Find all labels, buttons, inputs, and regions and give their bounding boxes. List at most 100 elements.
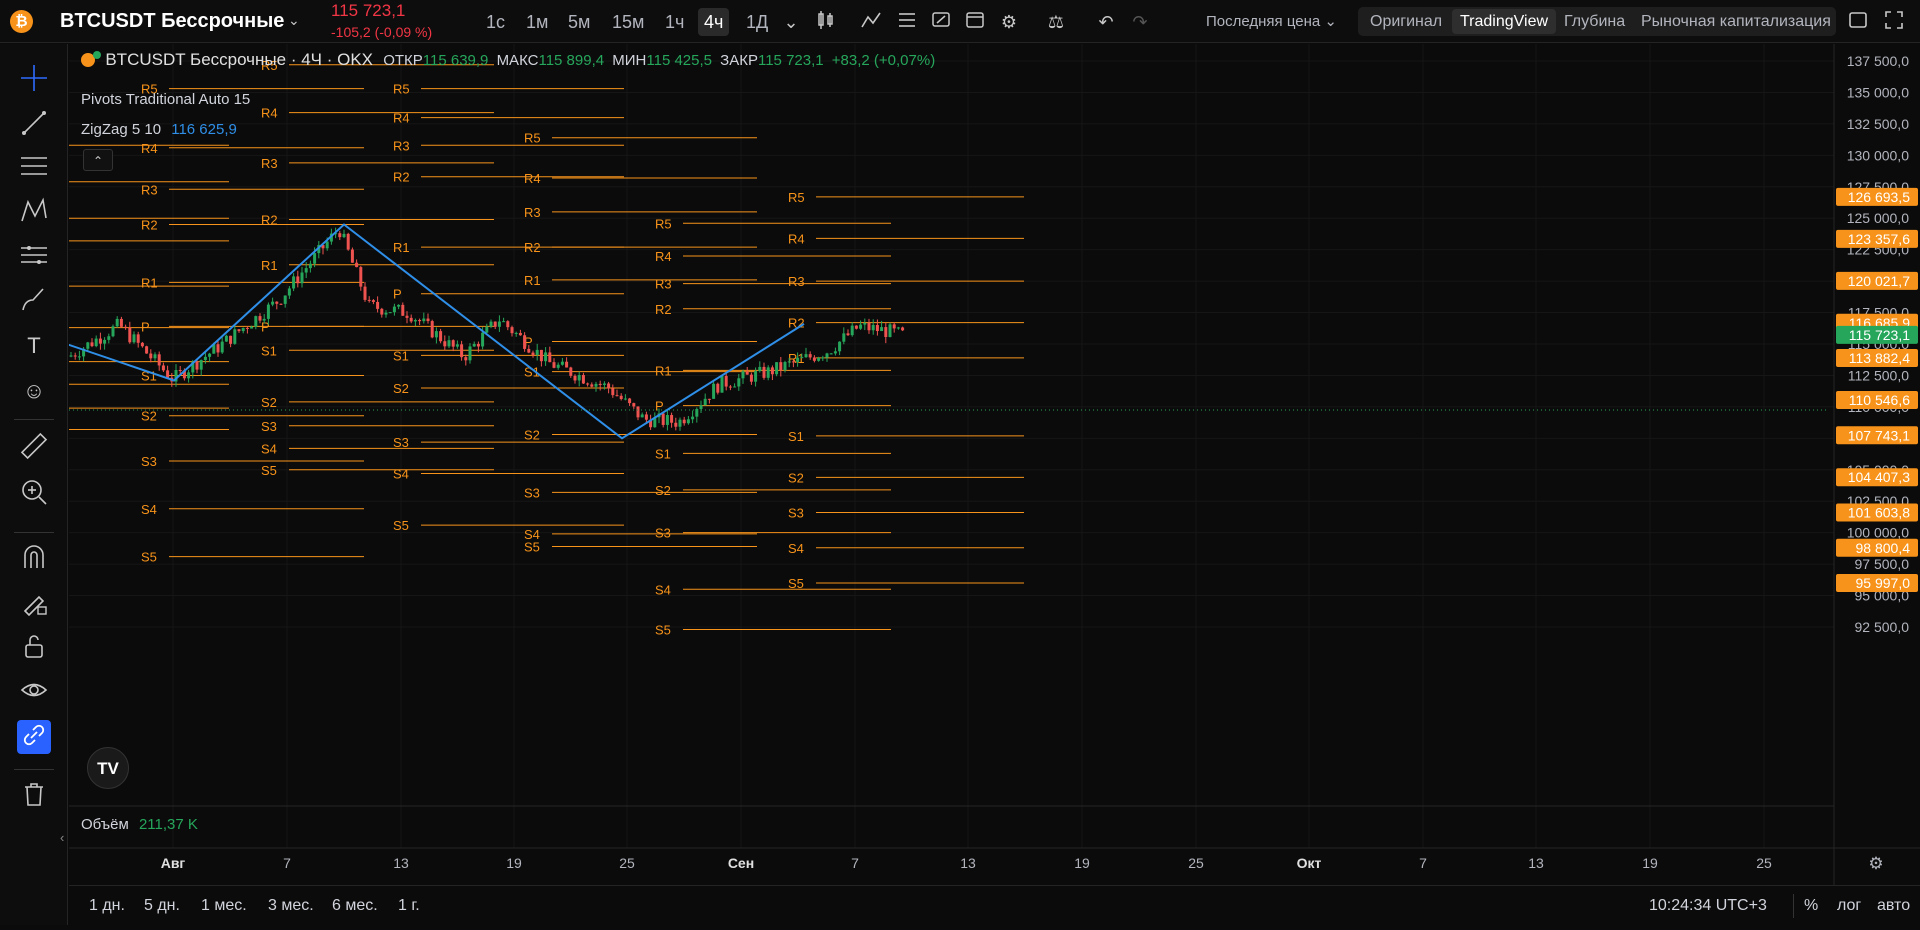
candle-body	[178, 370, 182, 372]
view-original[interactable]: Оригинал	[1370, 13, 1442, 31]
candle-body	[153, 354, 157, 359]
range-1y[interactable]: 1 г.	[398, 897, 420, 915]
crosshair-icon[interactable]	[17, 63, 51, 97]
chevron-down-icon[interactable]: ⌄	[778, 9, 804, 35]
pivot-label: S1	[261, 343, 277, 358]
candle-body	[103, 339, 107, 344]
tradingview-logo-icon[interactable]: TV	[87, 747, 129, 789]
time-tick: 25	[1188, 855, 1204, 871]
eye-icon[interactable]	[17, 675, 51, 709]
candle-body	[346, 233, 350, 250]
candles	[69, 227, 905, 431]
text-icon[interactable]: T	[17, 329, 51, 363]
candle-body	[161, 365, 165, 371]
link-icon[interactable]	[17, 720, 51, 754]
pattern-icon[interactable]	[17, 196, 51, 230]
interval-1s[interactable]: 1с	[486, 12, 505, 33]
window-icon[interactable]	[1845, 9, 1871, 35]
candle-body	[758, 366, 762, 372]
divider	[14, 419, 54, 420]
candle-body	[371, 300, 375, 302]
candle-body	[115, 318, 119, 327]
candle-body	[825, 353, 829, 358]
high-value: 115 899,4	[538, 52, 605, 69]
last-price: 115 723,1	[331, 1, 406, 20]
candle-body	[712, 383, 716, 399]
lock-drawing-icon[interactable]	[17, 587, 51, 621]
candle-body	[506, 321, 510, 328]
pivots-study-label[interactable]: Pivots Traditional Auto 15	[81, 91, 250, 108]
candle-body	[686, 419, 690, 424]
zoom-in-icon[interactable]	[17, 477, 51, 511]
view-depth[interactable]: Глубина	[1564, 13, 1625, 31]
price-chart[interactable]: R4 R3 R2 R1 P S1 S2 S3 S4 S5 R5 R4 R3 R2 R1 P S1 S2 S3 S4 S5…	[11, 44, 1920, 925]
trash-icon[interactable]	[17, 779, 51, 813]
pivot-label: S3	[524, 485, 540, 500]
candle-body	[535, 349, 539, 355]
interval-15m[interactable]: 15м	[612, 12, 644, 33]
candle-body	[770, 367, 774, 375]
high-label: МАКС	[496, 52, 539, 69]
pivot-label: S3	[393, 435, 409, 450]
fullscreen-icon[interactable]	[1881, 9, 1907, 35]
candle-body	[245, 327, 249, 329]
interval-1d[interactable]: 1Д	[746, 12, 768, 33]
interval-1m[interactable]: 1м	[526, 12, 548, 33]
interval-4h[interactable]: 4ч	[698, 8, 730, 36]
time-tick: 25	[619, 855, 635, 871]
view-tradingview[interactable]: TradingView	[1452, 9, 1557, 34]
percent-toggle[interactable]: %	[1804, 897, 1818, 915]
candle-body	[884, 327, 888, 337]
alert-icon[interactable]	[928, 9, 954, 35]
replay-icon[interactable]	[962, 9, 988, 35]
divider	[14, 532, 54, 533]
view-market-cap[interactable]: Рыночная капитализация	[1641, 13, 1831, 31]
candle-body	[728, 386, 732, 388]
chart-area[interactable]: R4 R3 R2 R1 P S1 S2 S3 S4 S5 R5 R4 R3 R2 R1 P S1 S2 S3 S4 S5…	[11, 44, 1920, 925]
unlock-icon[interactable]	[17, 631, 51, 665]
clock[interactable]: 10:24:34 UTC+3	[1649, 897, 1767, 915]
brush-icon[interactable]	[17, 284, 51, 318]
auto-toggle[interactable]: авто	[1877, 897, 1910, 915]
legend-title[interactable]: BTCUSDT Бессрочные · 4Ч · OKX	[105, 50, 373, 69]
drawing-toolbar: T ☺ ‹	[0, 44, 68, 925]
collapse-toolbar-icon[interactable]: ‹	[60, 830, 64, 845]
ruler-icon[interactable]	[17, 431, 51, 465]
range-6m[interactable]: 6 мес.	[332, 897, 378, 915]
interval-5m[interactable]: 5м	[568, 12, 590, 33]
candles-icon[interactable]	[813, 9, 839, 35]
candle-body	[762, 366, 766, 378]
scales-icon[interactable]: ⚖	[1043, 9, 1069, 35]
candle-body	[94, 338, 98, 347]
forecast-icon[interactable]	[17, 240, 51, 274]
gear-icon[interactable]: ⚙	[996, 9, 1022, 35]
magnet-icon[interactable]	[17, 542, 51, 576]
candle-body	[670, 415, 674, 423]
trend-line-icon[interactable]	[17, 108, 51, 142]
candle-body	[497, 321, 501, 327]
candle-body	[254, 316, 258, 327]
candle-body	[661, 413, 665, 425]
symbol-name[interactable]: BTCUSDT Бессрочные	[60, 10, 284, 33]
log-toggle[interactable]: лог	[1837, 897, 1861, 915]
undo-icon[interactable]: ↶	[1093, 9, 1119, 35]
candle-body	[560, 361, 564, 365]
range-1d[interactable]: 1 дн.	[89, 897, 125, 915]
layout-list-icon[interactable]	[894, 9, 920, 35]
candle-body	[434, 331, 438, 338]
zigzag-study[interactable]: ZigZag 5 10 116 625,9	[81, 121, 237, 138]
range-5d[interactable]: 5 дн.	[144, 897, 180, 915]
pivot-label: R4	[788, 231, 805, 246]
indicators-icon[interactable]	[858, 9, 884, 35]
range-3m[interactable]: 3 мес.	[268, 897, 314, 915]
chevron-down-icon[interactable]: ⌄	[288, 12, 300, 29]
interval-1h[interactable]: 1ч	[665, 12, 684, 33]
range-1m[interactable]: 1 мес.	[201, 897, 247, 915]
collapse-legend-button[interactable]: ⌃	[83, 149, 113, 171]
price-source-select[interactable]: Последняя цена ⌄	[1206, 12, 1337, 30]
fib-icon[interactable]	[17, 151, 51, 185]
emoji-icon[interactable]: ☺	[17, 374, 51, 408]
pivot-label: S2	[141, 409, 157, 424]
candle-body	[615, 395, 619, 397]
redo-icon[interactable]: ↷	[1127, 9, 1153, 35]
